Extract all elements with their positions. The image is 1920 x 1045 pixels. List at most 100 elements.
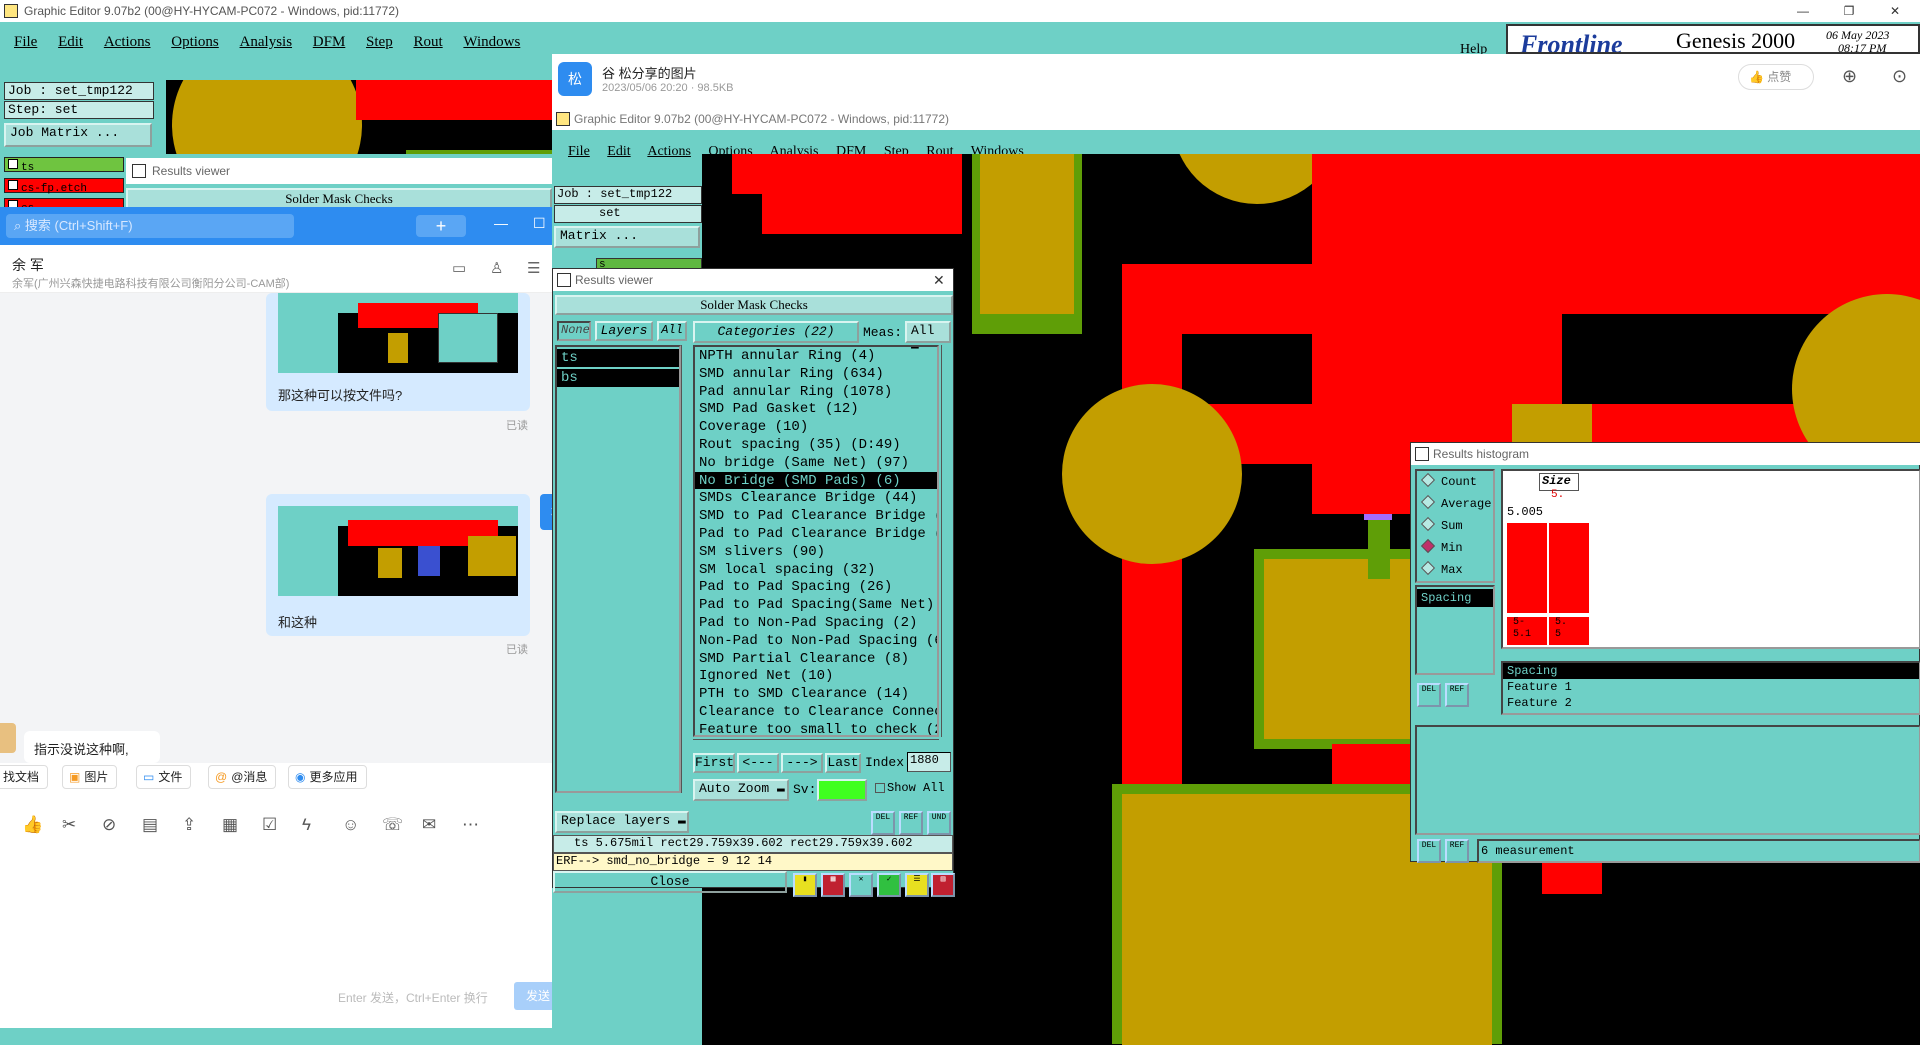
list-item-spacing[interactable]: Spacing (1417, 589, 1493, 607)
ref-icon[interactable]: REF (899, 811, 923, 835)
image-thumbnail[interactable] (278, 293, 518, 373)
phone-icon[interactable]: ☏ (382, 815, 403, 835)
category-item[interactable]: SMD Partial Clearance (8) (695, 650, 937, 668)
message-bubble-3[interactable]: 指示没说这种啊, (24, 731, 160, 763)
search-history-icon[interactable]: ☰ (527, 259, 540, 277)
menu-dfm[interactable]: DFM (313, 34, 346, 51)
histogram-icon[interactable]: ▥ (931, 873, 955, 897)
last-button[interactable]: Last (825, 753, 861, 773)
scissors-icon[interactable]: ✂ (62, 815, 76, 835)
layer-list-scrollbar[interactable] (681, 345, 691, 793)
inner-menu-file[interactable]: File (568, 144, 590, 159)
job-matrix-button[interactable]: Job Matrix ... (4, 123, 152, 147)
slash-icon[interactable]: ⊘ (102, 815, 116, 835)
category-item[interactable]: Non-Pad to Non-Pad Spacing (6) (695, 632, 937, 650)
menu-edit[interactable]: Edit (58, 34, 83, 51)
tool-find-doc[interactable]: 找文档 (0, 765, 49, 789)
category-scrollbar[interactable] (941, 345, 951, 737)
inner-menu-actions[interactable]: Actions (647, 144, 691, 159)
chat-search-input[interactable]: ⌕ 搜索 (Ctrl+Shift+F) (6, 214, 294, 238)
category-item[interactable]: Pad to Pad Clearance Bridge (Same (695, 525, 937, 543)
add-button[interactable]: + (416, 215, 466, 237)
layer-item-ts[interactable]: ts (557, 349, 679, 367)
task-icon[interactable]: ☑ (262, 815, 277, 835)
category-item[interactable]: SMDs Clearance Bridge (44) (695, 489, 937, 507)
histogram-bar[interactable] (1549, 523, 1589, 613)
category-item[interactable]: PTH to SMD Clearance (14) (695, 685, 937, 703)
prev-button[interactable]: <--- (737, 753, 779, 773)
meas-select[interactable]: All ▬ (905, 321, 951, 353)
lightning-icon[interactable]: ϟ (302, 815, 311, 835)
sticker-icon[interactable]: ☺ (342, 815, 359, 835)
message-bubble-1[interactable]: 那这种可以按文件吗? (266, 293, 530, 411)
folder-icon[interactable]: ▭ (452, 259, 466, 277)
del-icon[interactable]: DEL (1417, 839, 1441, 863)
restore-icon[interactable]: ❐ (1826, 0, 1872, 22)
category-item[interactable]: Pad annular Ring (1078) (695, 383, 937, 401)
category-hscrollbar[interactable] (693, 739, 939, 749)
category-item[interactable]: Ignored Net (10) (695, 667, 937, 685)
close-button[interactable]: Close (553, 871, 787, 893)
del-icon[interactable]: DEL (1417, 683, 1441, 707)
category-item[interactable]: NPTH annular Ring (4) (695, 347, 937, 365)
menu-file[interactable]: File (14, 34, 37, 51)
report-icon[interactable]: ▦ (821, 873, 845, 897)
option-max[interactable]: Max (1417, 559, 1493, 581)
categories-header[interactable]: Categories (22) (693, 321, 859, 343)
option-min[interactable]: Min (1417, 537, 1493, 559)
layer-row-cs-fp[interactable]: cs-fp.etch (4, 178, 124, 195)
tool-image[interactable]: ▣ 图片 (62, 765, 118, 789)
category-item[interactable]: No bridge (Same Net) (97) (695, 454, 937, 472)
layer-item-bs[interactable]: bs (557, 369, 679, 387)
histogram-bar[interactable] (1507, 523, 1547, 613)
close-icon[interactable]: ✕ (933, 269, 945, 291)
show-all-checkbox[interactable] (875, 783, 885, 793)
like-button[interactable]: 👍 点赞 (1738, 64, 1814, 90)
undo-icon[interactable]: UND (927, 811, 951, 835)
table-row[interactable]: Feature 2 (1503, 695, 1919, 711)
next-button[interactable]: ---> (781, 753, 823, 773)
replace-layers-select[interactable]: Replace layers ▬ (555, 811, 689, 833)
option-count[interactable]: Count (1417, 471, 1493, 493)
first-button[interactable]: First (693, 753, 735, 773)
inner-menu-edit[interactable]: Edit (607, 144, 630, 159)
category-item[interactable]: SM slivers (90) (695, 543, 937, 561)
layers-button[interactable]: Layers (595, 321, 653, 341)
tool-file[interactable]: ▭ 文件 (136, 765, 192, 789)
ref-icon[interactable]: REF (1445, 839, 1469, 863)
menu-options[interactable]: Options (171, 34, 219, 51)
tool-mention[interactable]: @ @消息 (208, 765, 277, 789)
note-icon[interactable]: ▤ (142, 815, 158, 835)
add-contact-icon[interactable]: ♙ (490, 259, 503, 277)
calendar-icon[interactable]: ▦ (222, 815, 238, 835)
layer-row-ts[interactable]: ts (4, 157, 124, 174)
graph-icon[interactable]: ▮ (793, 873, 817, 897)
more-icon[interactable]: ⋯ (462, 815, 479, 835)
table-row[interactable]: Spacing (1503, 663, 1919, 679)
category-item[interactable]: SMD to Pad Clearance Bridge (58) (695, 507, 937, 525)
category-item[interactable]: Rout spacing (35) (D:49) (695, 436, 937, 454)
minimize-icon[interactable]: — (1780, 0, 1826, 22)
tool-more-apps[interactable]: ◉ 更多应用 (288, 765, 367, 789)
maximize-icon[interactable]: ☐ (533, 215, 546, 232)
more-icon[interactable]: ⊙ (1892, 66, 1907, 87)
inner-matrix-button[interactable]: Matrix ... (554, 226, 700, 248)
table-row[interactable]: Feature 1 (1503, 679, 1919, 695)
message-bubble-2[interactable]: 和这种 (266, 494, 530, 636)
category-item[interactable]: Clearance to Clearance Connection (695, 703, 937, 721)
menu-actions[interactable]: Actions (104, 34, 151, 51)
category-item[interactable]: Pad to Pad Spacing (26) (695, 578, 937, 596)
ref-icon[interactable]: REF (1445, 683, 1469, 707)
del-icon[interactable]: DEL (871, 811, 895, 835)
highlighted-feature[interactable] (1364, 514, 1392, 520)
none-button[interactable]: None (557, 321, 591, 341)
category-item[interactable]: Feature too small to check (232) (695, 721, 937, 735)
mail-icon[interactable]: ✉ (422, 815, 436, 835)
menu-rout[interactable]: Rout (413, 34, 442, 51)
category-item[interactable]: SMD Pad Gasket (12) (695, 400, 937, 418)
category-item[interactable]: No Bridge (SMD Pads) (6) (695, 471, 937, 490)
category-item[interactable]: Coverage (10) (695, 418, 937, 436)
auto-zoom-select[interactable]: Auto Zoom ▬ (693, 779, 789, 801)
sv-color-select[interactable] (817, 779, 867, 801)
minimize-icon[interactable]: — (494, 215, 508, 231)
